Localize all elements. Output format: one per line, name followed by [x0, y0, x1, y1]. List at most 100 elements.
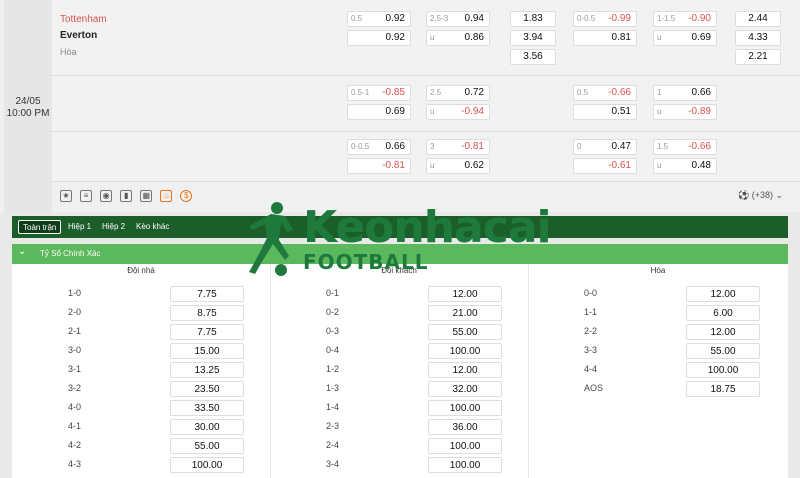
odds-cell[interactable]: 2.5 0.72	[426, 85, 490, 101]
odds-cell[interactable]: 0.69	[347, 104, 411, 120]
odds-value: 2.21	[748, 51, 768, 62]
odds-cell[interactable]: 1.5 -0.66	[653, 139, 717, 155]
score-row: 1-2 12.00	[270, 361, 528, 380]
away-column-header: Đội khách	[381, 266, 417, 275]
tab-full-match[interactable]: Toàn trận	[18, 220, 62, 234]
odds-value: 1.83	[523, 13, 543, 24]
score-label: 2-1	[68, 326, 82, 336]
score-label: 3-2	[68, 383, 82, 393]
score-odds-button[interactable]: 7.75	[170, 324, 244, 340]
score-odds-button[interactable]: 15.00	[170, 343, 244, 359]
score-odds-button[interactable]: 12.00	[686, 324, 760, 340]
score-row: 0-3 55.00	[270, 323, 528, 342]
score-row: 2-3 36.00	[270, 418, 528, 437]
1x2-cell[interactable]: 2.21	[735, 49, 781, 65]
odds-cell[interactable]: u 0.62	[426, 158, 490, 174]
score-odds-button[interactable]: 36.00	[428, 419, 502, 435]
score-odds-button[interactable]: 12.00	[428, 362, 502, 378]
odds-cell[interactable]: 1 0.66	[653, 85, 717, 101]
handicap-label: 0.5	[577, 88, 589, 97]
score-row: 1-0 7.75	[12, 285, 270, 304]
odds-cell[interactable]: u 0.48	[653, 158, 717, 174]
score-label: 3-1	[68, 364, 82, 374]
odds-cell[interactable]: 0-0.5 -0.99	[573, 11, 637, 27]
odds-cell[interactable]: 0-0.5 0.66	[347, 139, 411, 155]
score-odds-button[interactable]: 13.25	[170, 362, 244, 378]
odds-cell[interactable]: 0.92	[347, 30, 411, 46]
1x2-cell[interactable]: 3.56	[510, 49, 556, 65]
1x2-cell[interactable]: 2.44	[735, 11, 781, 27]
tab-other-markets[interactable]: Kèo khác	[132, 220, 173, 234]
odds-cell[interactable]: 0.5-1 -0.85	[347, 85, 411, 101]
away-team[interactable]: Everton	[60, 28, 107, 44]
badge-icon[interactable]: $	[180, 190, 193, 203]
table-icon[interactable]: ▦	[140, 190, 153, 203]
score-odds-button[interactable]: 23.50	[170, 381, 244, 397]
score-odds-button[interactable]: 8.75	[170, 305, 244, 321]
score-odds-button[interactable]: 55.00	[170, 438, 244, 454]
more-markets-button[interactable]: ⚽ (+38) ⌄	[738, 190, 783, 201]
1x2-cell[interactable]: 4.33	[735, 30, 781, 46]
odds-cell[interactable]: 0 0.47	[573, 139, 637, 155]
score-label: 0-1	[326, 288, 340, 298]
odds-cell[interactable]: 0.51	[573, 104, 637, 120]
score-row: 4-1 30.00	[12, 418, 270, 437]
star-icon[interactable]: ★	[60, 190, 72, 203]
odds-cell[interactable]: 0.81	[573, 30, 637, 46]
odds-cell[interactable]: 0.5 -0.66	[573, 85, 637, 101]
score-odds-button[interactable]: 100.00	[686, 362, 760, 378]
home-team[interactable]: Tottenham	[60, 12, 107, 28]
ball-icon: ⚽	[738, 190, 750, 200]
chevron-double-down-icon: ⌄	[775, 190, 784, 200]
score-odds-button[interactable]: 32.00	[428, 381, 502, 397]
odds-cell[interactable]: u -0.94	[426, 104, 490, 120]
odds-cell[interactable]: 3 -0.81	[426, 139, 490, 155]
match-datetime: 24/05 10:00 PM	[4, 96, 52, 120]
score-odds-button[interactable]: 55.00	[428, 324, 502, 340]
score-odds-button[interactable]: 6.00	[686, 305, 760, 321]
total-label: 1	[657, 88, 662, 97]
match-icon-bar: ★ ≡ ◉ ▮ ▦ ♨ $	[60, 190, 197, 206]
bar-chart-icon[interactable]: ▮	[120, 190, 133, 203]
odds-value: 0.86	[464, 32, 484, 43]
tab-first-half[interactable]: Hiệp 1	[64, 220, 95, 234]
score-odds-button[interactable]: 21.00	[428, 305, 502, 321]
score-row: 4-3 100.00	[12, 456, 270, 475]
odds-value: 0.69	[385, 106, 405, 117]
score-odds-button[interactable]: 12.00	[686, 286, 760, 302]
odds-cell[interactable]: u 0.86	[426, 30, 490, 46]
database-icon[interactable]: ≡	[80, 190, 93, 203]
score-odds-button[interactable]: 30.00	[170, 419, 244, 435]
score-odds-button[interactable]: 100.00	[428, 438, 502, 454]
correct-score-section-header[interactable]: ⌄ Tỷ Số Chính Xác	[12, 244, 788, 264]
eye-icon[interactable]: ◉	[100, 190, 113, 203]
fire-icon[interactable]: ♨	[160, 190, 173, 203]
score-label: 3-4	[326, 459, 340, 469]
odds-cell[interactable]: u 0.69	[653, 30, 717, 46]
odds-cell[interactable]: -0.61	[573, 158, 637, 174]
1x2-cell[interactable]: 3.94	[510, 30, 556, 46]
1x2-cell[interactable]: 1.83	[510, 11, 556, 27]
score-label: 2-2	[584, 326, 598, 336]
score-odds-button[interactable]: 100.00	[170, 457, 244, 473]
odds-cell[interactable]: 2.5-3 0.94	[426, 11, 490, 27]
tab-second-half[interactable]: Hiệp 2	[98, 220, 129, 234]
score-odds-button[interactable]: 12.00	[428, 286, 502, 302]
score-odds-button[interactable]: 55.00	[686, 343, 760, 359]
score-row: 2-2 12.00	[528, 323, 786, 342]
odds-cell[interactable]: u -0.89	[653, 104, 717, 120]
home-column-header: Đội nhà	[127, 266, 155, 275]
score-odds-button[interactable]: 100.00	[428, 400, 502, 416]
score-odds-button[interactable]: 33.50	[170, 400, 244, 416]
odds-value: 0.69	[691, 32, 711, 43]
odds-value: -0.66	[688, 141, 711, 152]
score-row: 2-0 8.75	[12, 304, 270, 323]
score-odds-button[interactable]: 18.75	[686, 381, 760, 397]
score-odds-button[interactable]: 100.00	[428, 457, 502, 473]
odds-cell[interactable]: 1-1.5 -0.90	[653, 11, 717, 27]
score-row: 0-4 100.00	[270, 342, 528, 361]
odds-cell[interactable]: 0.5 0.92	[347, 11, 411, 27]
score-odds-button[interactable]: 100.00	[428, 343, 502, 359]
score-odds-button[interactable]: 7.75	[170, 286, 244, 302]
odds-cell[interactable]: -0.81	[347, 158, 411, 174]
